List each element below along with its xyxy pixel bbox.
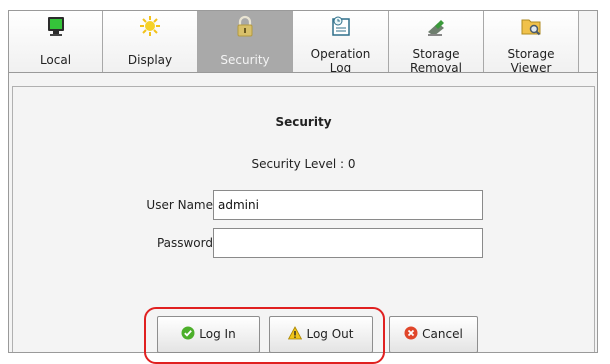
log-out-button[interactable]: Log Out: [269, 316, 373, 353]
tab-label: Security: [220, 53, 270, 67]
tab-storage-viewer[interactable]: Storage Viewer: [484, 11, 579, 75]
cancel-button[interactable]: Cancel: [389, 316, 478, 353]
user-name-field[interactable]: admini: [213, 190, 483, 220]
tab-label: Operation Log: [310, 47, 371, 75]
cancel-label: Cancel: [422, 327, 463, 341]
storage-removal-icon: [428, 20, 444, 36]
monitor-icon: [47, 17, 64, 36]
page-title: Security: [275, 115, 332, 129]
tab-bar: Local Display Security Operation Log Sto…: [8, 10, 598, 75]
padlock-icon: [237, 15, 253, 37]
user-name-label: User Name: [146, 198, 213, 212]
warning-icon: [288, 326, 303, 340]
tab-security[interactable]: Security: [198, 11, 293, 73]
check-circle-icon: [181, 326, 195, 340]
security-level-text: Security Level : 0: [251, 157, 356, 171]
tab-label: Storage Viewer: [507, 47, 555, 75]
tab-operation-log[interactable]: Operation Log: [293, 11, 389, 75]
tab-display[interactable]: Display: [103, 11, 198, 73]
log-in-label: Log In: [199, 327, 236, 341]
sun-icon: [140, 16, 160, 36]
tab-label: Storage Removal: [409, 47, 462, 75]
security-panel: Security Security Level : 0 User Name ad…: [8, 72, 598, 364]
folder-viewer-icon: [521, 19, 541, 36]
security-panel-body: Security Security Level : 0 User Name ad…: [12, 86, 595, 364]
tab-storage-removal[interactable]: Storage Removal: [389, 11, 484, 75]
tab-local[interactable]: Local: [9, 11, 103, 73]
password-label: Password: [156, 236, 213, 250]
log-out-label: Log Out: [306, 327, 354, 341]
password-field[interactable]: [213, 228, 483, 258]
tab-label: Local: [39, 53, 72, 67]
tab-label: Display: [127, 53, 173, 67]
log-in-button[interactable]: Log In: [157, 316, 260, 353]
operation-log-icon: [331, 16, 350, 36]
cancel-x-icon: [404, 326, 418, 340]
